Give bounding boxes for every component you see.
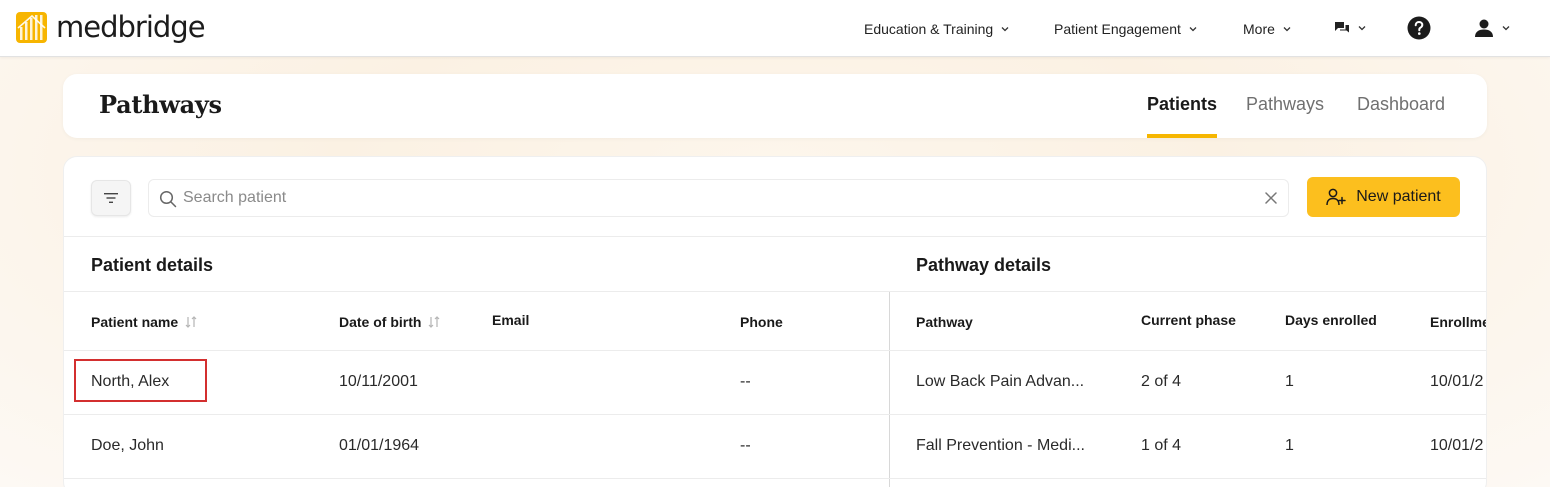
patient-name-link[interactable]: Doe, John (91, 437, 164, 455)
sort-icon[interactable] (427, 315, 441, 329)
chevron-down-icon (1001, 27, 1009, 32)
days-enrolled-cell: 1 (1285, 373, 1294, 390)
close-icon[interactable] (1264, 191, 1278, 205)
chevron-down-icon (1502, 26, 1510, 31)
column-header-phone: Phone (740, 314, 783, 330)
column-header-patient-name[interactable]: Patient name (91, 314, 198, 330)
medbridge-logo-icon (16, 12, 47, 43)
nav-patient-engagement-label: Patient Engagement (1054, 21, 1181, 37)
current-phase-cell: 1 of 4 (1141, 437, 1182, 454)
tab-dashboard[interactable]: Dashboard (1357, 94, 1445, 138)
phone-cell: -- (740, 373, 751, 390)
tab-pathways[interactable]: Pathways (1246, 94, 1324, 138)
top-navigation: medbridge Education & Training Patient E… (0, 0, 1550, 57)
page-header: Pathways Patients Pathways Dashboard (63, 74, 1487, 138)
column-header-pathway: Pathway (916, 314, 973, 330)
column-header-date-of-birth-label: Date of birth (339, 314, 422, 330)
column-header-enrollment: Enrollme (1430, 314, 1487, 330)
page-title: Pathways (99, 90, 222, 119)
help-circle-icon (1407, 16, 1431, 40)
column-header-email: Email (492, 312, 530, 328)
divider (64, 291, 1486, 292)
divider (64, 478, 1486, 479)
search-input[interactable] (183, 180, 1243, 216)
pathway-cell: Low Back Pain Advan... (916, 373, 1085, 390)
tab-patients[interactable]: Patients (1147, 94, 1218, 138)
nav-education-training-label: Education & Training (864, 21, 994, 37)
divider (64, 236, 1486, 237)
enrollment-cell: 10/01/2 (1430, 437, 1484, 454)
column-header-patient-name-label: Patient name (91, 314, 179, 330)
nav-more[interactable]: More (1243, 19, 1292, 39)
search-icon (159, 190, 177, 208)
date-of-birth-cell: 01/01/1964 (339, 437, 420, 454)
filter-button[interactable] (91, 180, 131, 216)
patient-name-link[interactable]: North, Alex (91, 373, 169, 391)
column-divider (889, 292, 890, 487)
date-of-birth-cell: 10/11/2001 (339, 373, 418, 390)
enrollment-cell: 10/01/2 (1430, 373, 1484, 390)
new-patient-label: New patient (1356, 188, 1441, 205)
logo-text: medbridge (56, 10, 206, 44)
chevron-down-icon (1358, 26, 1366, 31)
pathway-cell: Fall Prevention - Medi... (916, 437, 1085, 454)
help-button[interactable] (1407, 16, 1431, 40)
account-menu-button[interactable] (1474, 16, 1511, 40)
user-icon (1475, 19, 1493, 37)
chevron-down-icon (1283, 27, 1291, 32)
filter-icon (104, 193, 118, 203)
phone-cell: -- (740, 437, 751, 454)
chevron-down-icon (1189, 27, 1197, 32)
patient-details-heading: Patient details (91, 255, 214, 275)
patients-panel: New patient Patient details Pathway deta… (63, 156, 1487, 487)
chat-bubbles-icon (1335, 22, 1349, 33)
messages-menu-button[interactable] (1334, 16, 1367, 40)
nav-patient-engagement[interactable]: Patient Engagement (1054, 19, 1198, 39)
medbridge-logo[interactable]: medbridge (16, 10, 206, 44)
sort-icon[interactable] (184, 315, 198, 329)
column-header-days-enrolled: Days enrolled (1285, 312, 1377, 328)
nav-more-label: More (1243, 21, 1275, 37)
divider (64, 350, 1486, 351)
pathway-details-heading: Pathway details (916, 255, 1052, 275)
new-patient-button[interactable]: New patient (1307, 177, 1460, 217)
add-user-icon (1326, 188, 1346, 206)
search-field (148, 179, 1289, 217)
nav-education-training[interactable]: Education & Training (864, 19, 1010, 39)
column-header-date-of-birth[interactable]: Date of birth (339, 314, 441, 330)
days-enrolled-cell: 1 (1285, 437, 1294, 454)
divider (64, 414, 1486, 415)
current-phase-cell: 2 of 4 (1141, 373, 1182, 390)
column-header-current-phase: Current phase (1141, 312, 1236, 328)
